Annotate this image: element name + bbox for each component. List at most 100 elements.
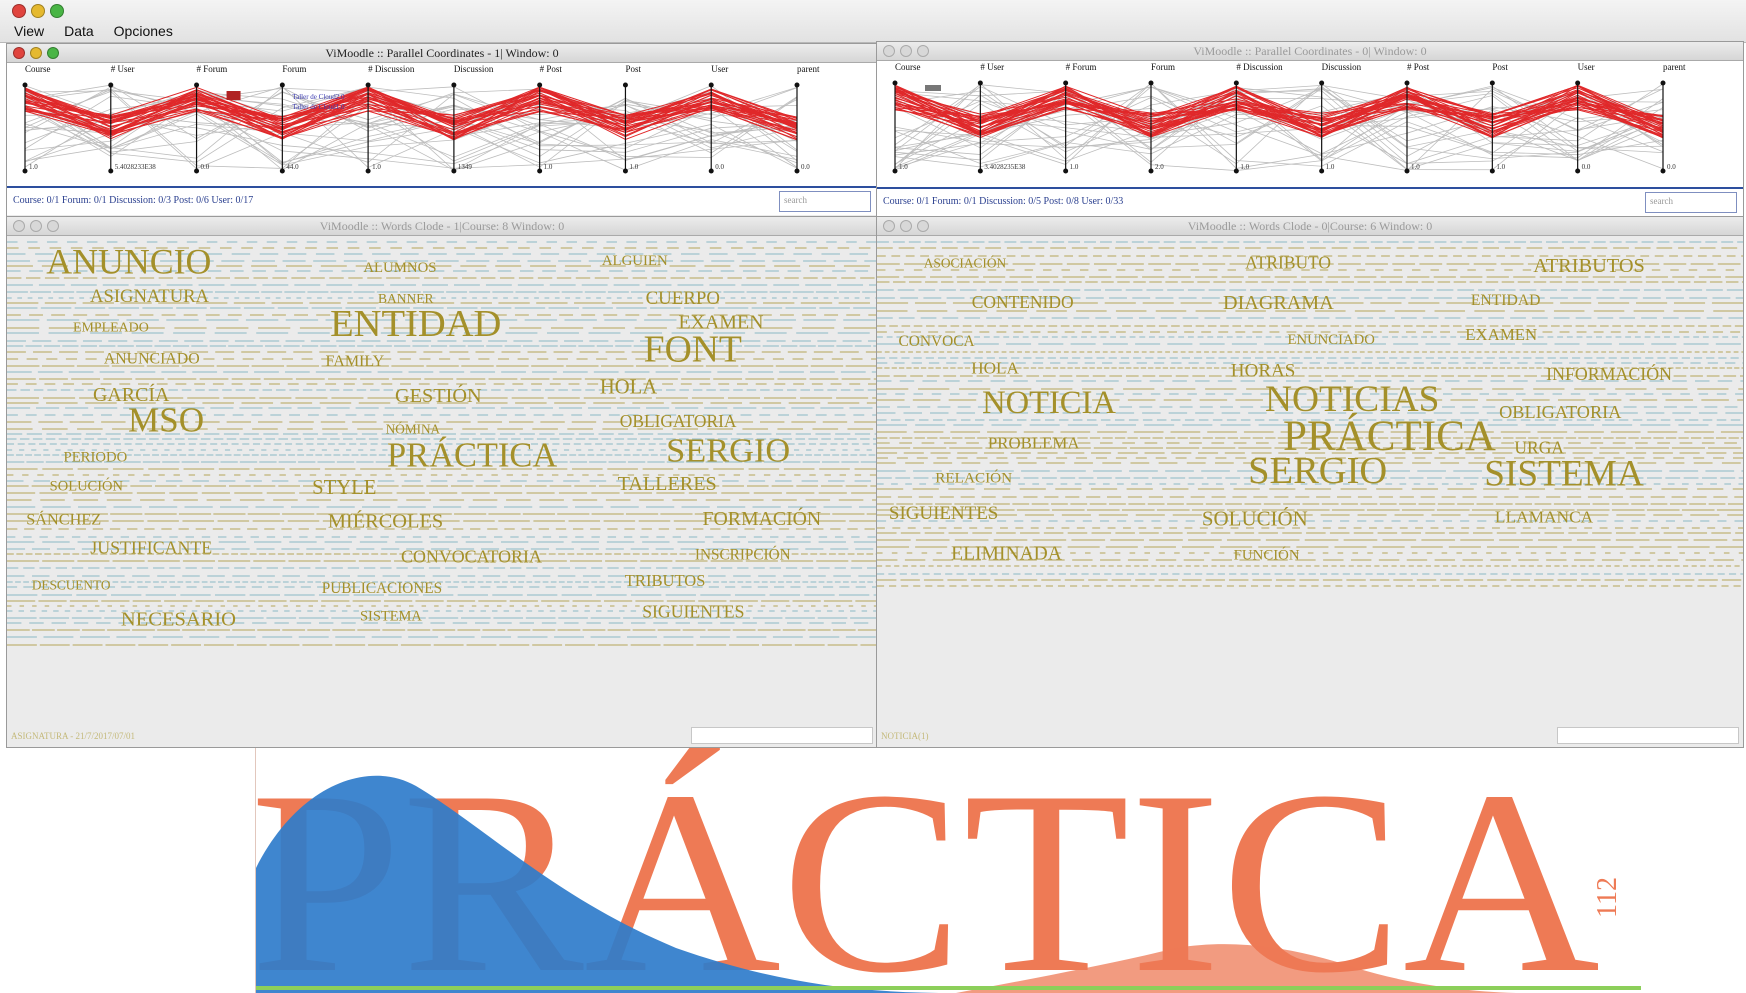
axis-bottom-handle[interactable] [794, 168, 800, 174]
cloud-word[interactable]: SERGIO [666, 431, 790, 469]
cloud-word[interactable]: ANUNCIADO [104, 351, 200, 368]
axis-top-handle[interactable] [108, 82, 114, 88]
cloud-word[interactable]: OBLIGATORIA [620, 411, 737, 431]
cloud-word[interactable]: EMPLEADO [73, 321, 149, 336]
cloud-word[interactable]: CONVOCATORIA [401, 547, 542, 567]
word-cloud-canvas[interactable]: ASOCIACIÓN ATRIBUTO ATRIBUTOS CONTENIDO DIAG… [877, 236, 1743, 724]
cloud-word[interactable]: ALUMNOS [363, 260, 436, 276]
axis-top-handle[interactable] [1404, 80, 1410, 86]
cloud-word[interactable]: TALLERES [618, 473, 717, 495]
axis-top-handle[interactable] [622, 82, 628, 88]
axis-top-handle[interactable] [794, 82, 800, 88]
window-titlebar[interactable]: ViMoodle :: Words Clode - 0|Course: 6 Wi… [877, 217, 1743, 236]
word-cloud-canvas[interactable]: ANUNCIO ALUMNOS ALGUIENASIGNATURA BANNER CUE… [7, 236, 877, 724]
cloud-word[interactable]: MIÉRCOLES [328, 509, 443, 532]
axis-bottom-handle[interactable] [194, 168, 200, 174]
cloud-word[interactable]: MSO [128, 401, 204, 440]
cloud-word[interactable]: SOLUCIÓN [50, 477, 124, 494]
axis-bottom-handle[interactable] [1404, 168, 1410, 174]
axis-bottom-handle[interactable] [1575, 168, 1581, 174]
cloud-word[interactable]: SÁNCHEZ [26, 509, 101, 528]
menu-data[interactable]: Data [64, 23, 94, 39]
parallel-coordinates-canvas[interactable]: Course 1.0 # User 3.4028235E38 # Forum 1.0 For… [877, 61, 1743, 187]
cloud-word[interactable]: NÓMINA [386, 421, 441, 436]
cloud-word[interactable]: OBLIGATORIA [1499, 402, 1622, 422]
cloud-word[interactable]: LLAMANCA [1495, 507, 1594, 526]
axis-top-handle[interactable] [1489, 80, 1495, 86]
cloud-word[interactable]: DIAGRAMA [1223, 292, 1334, 314]
axis-top-handle[interactable] [22, 82, 28, 88]
pc-brush[interactable] [925, 85, 941, 91]
cloud-word[interactable]: NECESARIO [121, 608, 236, 630]
axis-top-handle[interactable] [1660, 80, 1666, 86]
axis-bottom-handle[interactable] [1660, 168, 1666, 174]
cloud-word[interactable]: EXAMEN [1465, 325, 1537, 344]
cloud-word[interactable]: HOLA [971, 358, 1019, 377]
close-icon[interactable] [12, 4, 26, 18]
axis-top-handle[interactable] [1063, 80, 1069, 86]
cloud-word[interactable]: SISTEMA [1484, 454, 1644, 495]
search-input[interactable]: search [1645, 192, 1737, 213]
axis-bottom-handle[interactable] [622, 168, 628, 174]
axis-bottom-handle[interactable] [708, 168, 714, 174]
cloud-word[interactable]: SISTEMA [360, 608, 422, 624]
cloud-word[interactable]: ATRIBUTOS [1533, 255, 1645, 277]
axis-top-handle[interactable] [708, 82, 714, 88]
axis-top-handle[interactable] [1233, 80, 1239, 86]
axis-bottom-handle[interactable] [451, 168, 457, 174]
axis-bottom-handle[interactable] [22, 168, 28, 174]
axis-top-handle[interactable] [1575, 80, 1581, 86]
axis-bottom-handle[interactable] [1489, 168, 1495, 174]
cloud-word[interactable]: SOLUCIÓN [1202, 507, 1308, 531]
window-titlebar[interactable]: ViMoodle :: Parallel Coordinates - 1| Wi… [7, 44, 877, 63]
cloud-filter-input[interactable] [691, 727, 873, 744]
cloud-word[interactable]: FORMACIÓN [703, 508, 822, 530]
cloud-word[interactable]: PUBLICACIONES [322, 580, 442, 597]
axis-bottom-handle[interactable] [892, 168, 898, 174]
axis-top-handle[interactable] [1319, 80, 1325, 86]
cloud-word[interactable]: HOLA [600, 376, 657, 398]
cloud-word[interactable]: FONT [644, 328, 742, 370]
cloud-word[interactable]: SIGUIENTES [889, 503, 998, 524]
cloud-word[interactable]: PRÁCTICA [387, 436, 557, 474]
cloud-word[interactable]: SERGIO [1248, 450, 1387, 492]
word-cloud[interactable]: ASOCIACIÓN ATRIBUTO ATRIBUTOS CONTENIDO DIAG… [877, 236, 1743, 725]
window-titlebar[interactable]: ViMoodle :: Parallel Coordinates - 0| Wi… [877, 42, 1743, 61]
parallel-coordinates-plot[interactable]: Course 1.0 # User 3.4028235E38 # Forum 1.0 For… [877, 61, 1743, 187]
cloud-word[interactable]: ANUNCIO [46, 242, 211, 282]
cloud-word[interactable]: JUSTIFICANTE [90, 537, 212, 557]
cloud-word[interactable]: CUERPO [646, 288, 720, 309]
axis-bottom-handle[interactable] [1148, 168, 1154, 174]
axis-bottom-handle[interactable] [537, 168, 543, 174]
parallel-coordinates-canvas[interactable]: Course 1.0 # User 5.4028233E38 # Forum 0.0 For… [7, 63, 877, 187]
cloud-word[interactable]: ALGUIEN [602, 253, 668, 269]
axis-bottom-handle[interactable] [977, 168, 983, 174]
axis-top-handle[interactable] [537, 82, 543, 88]
cloud-word[interactable]: ASOCIACIÓN [924, 256, 1007, 271]
cloud-word[interactable]: SIGUIENTES [642, 602, 744, 622]
cloud-word[interactable]: PERIODO [64, 449, 128, 465]
cloud-word[interactable]: STYLE [312, 477, 376, 499]
axis-top-handle[interactable] [1148, 80, 1154, 86]
axis-top-handle[interactable] [279, 82, 285, 88]
parallel-coordinates-plot[interactable]: Course 1.0 # User 5.4028233E38 # Forum 0.0 For… [7, 63, 877, 187]
cloud-word[interactable]: ASIGNATURA [90, 286, 210, 307]
pc-brush[interactable] [226, 91, 241, 100]
axis-top-handle[interactable] [977, 80, 983, 86]
cloud-word[interactable]: TRIBUTOS [625, 571, 706, 590]
axis-bottom-handle[interactable] [1233, 168, 1239, 174]
cloud-word[interactable]: FAMILY [326, 353, 385, 370]
cloud-word[interactable]: CONTENIDO [972, 292, 1074, 312]
cloud-word[interactable]: ENTIDAD [330, 303, 501, 345]
cloud-filter-input[interactable] [1557, 727, 1739, 744]
axis-top-handle[interactable] [451, 82, 457, 88]
cloud-word[interactable]: PROBLEMA [988, 434, 1080, 453]
axis-top-handle[interactable] [365, 82, 371, 88]
cloud-word[interactable]: CONVOCA [899, 333, 976, 350]
menu-view[interactable]: View [14, 23, 44, 39]
window-titlebar[interactable]: ViMoodle :: Words Clode - 1|Course: 8 Wi… [7, 217, 877, 236]
axis-bottom-handle[interactable] [1063, 168, 1069, 174]
zoom-icon[interactable] [50, 4, 64, 18]
search-input[interactable]: search [779, 191, 871, 212]
cloud-word[interactable]: NOTICIA [982, 385, 1116, 421]
